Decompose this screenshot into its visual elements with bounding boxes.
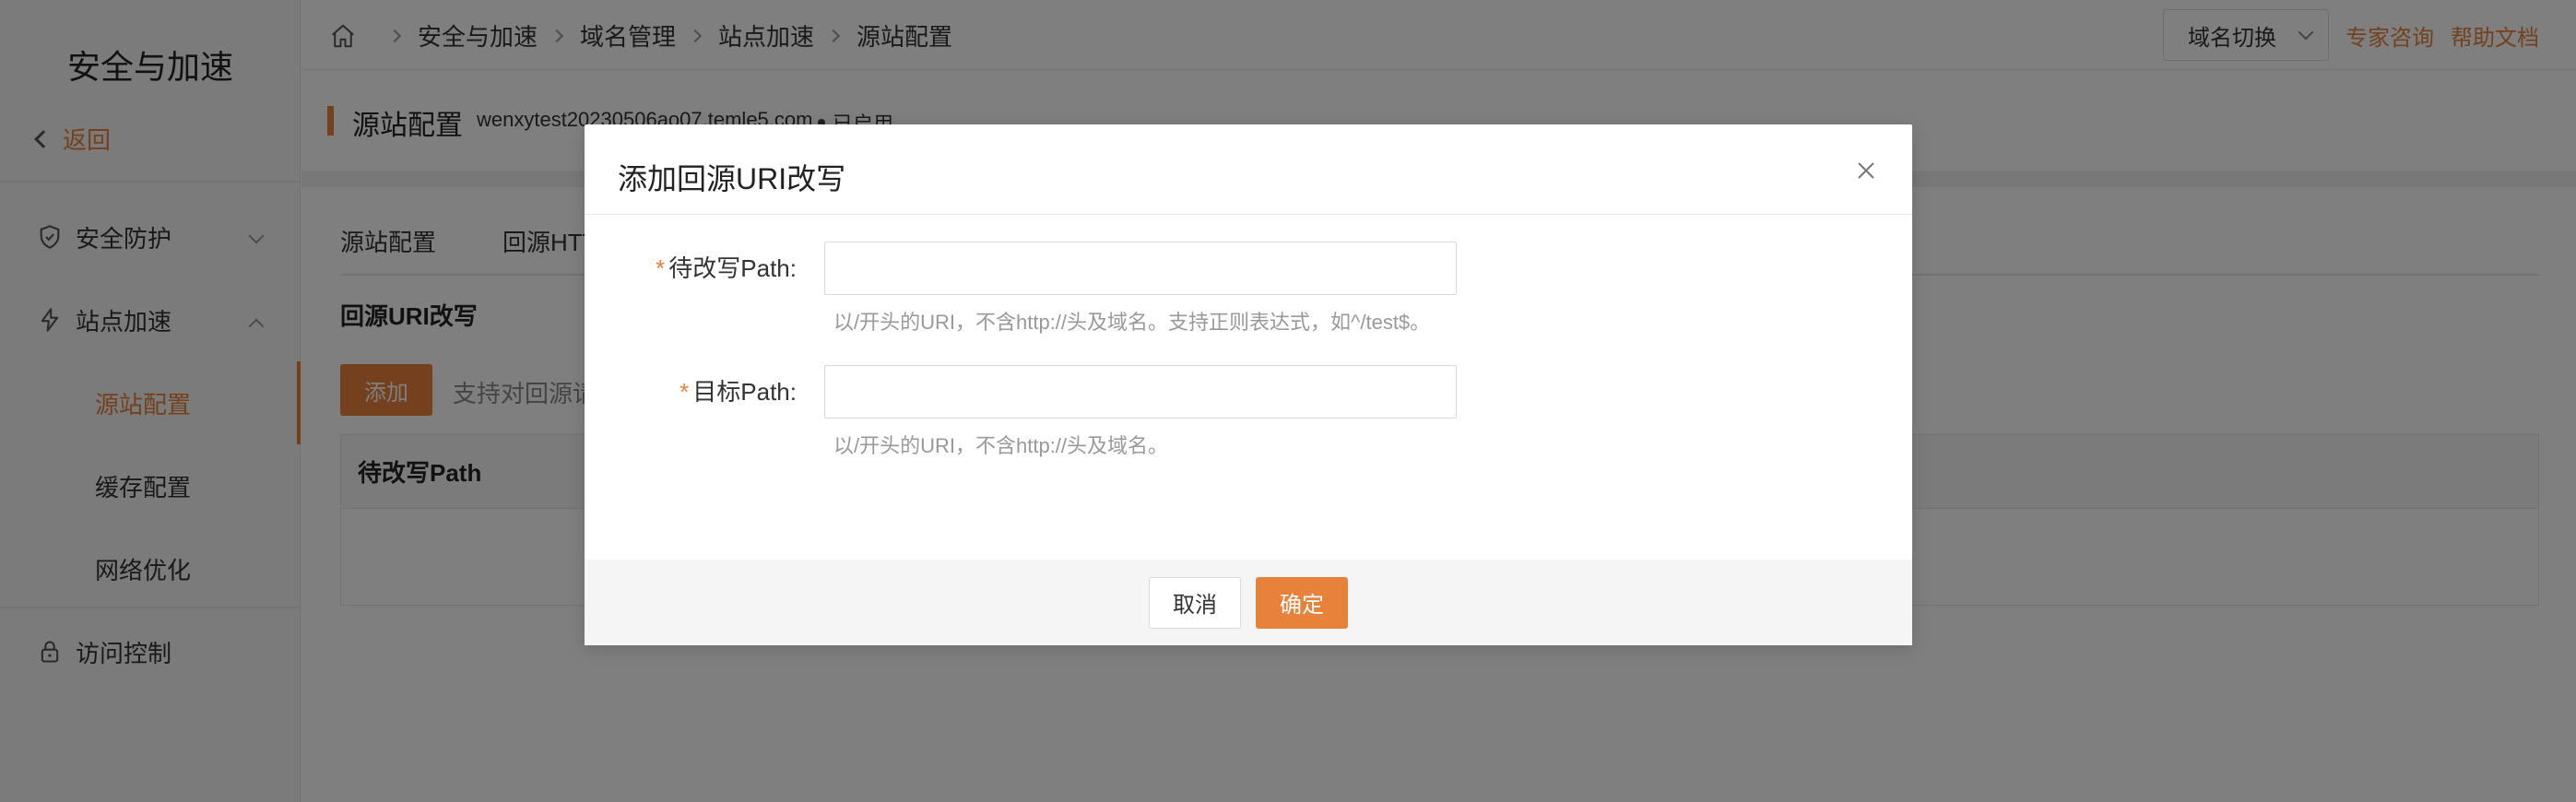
close-icon[interactable] bbox=[1855, 159, 1877, 182]
required-mark: * bbox=[679, 378, 690, 406]
add-uri-rewrite-dialog: 添加回源URI改写 * 待改写Path: 以/开头的URI，不含http://头及… bbox=[585, 124, 1912, 645]
cancel-button[interactable]: 取消 bbox=[1149, 576, 1241, 629]
source-path-input[interactable] bbox=[824, 242, 1457, 295]
target-path-label-text: 目标Path: bbox=[692, 378, 797, 406]
target-path-input[interactable] bbox=[824, 365, 1457, 419]
dialog-body: * 待改写Path: 以/开头的URI，不含http://头及域名。支持正则表达式… bbox=[585, 216, 1912, 559]
target-path-help: 以/开头的URI，不含http://头及域名。 bbox=[833, 434, 1169, 457]
dialog-header: 添加回源URI改写 bbox=[585, 124, 1912, 215]
source-path-label: * 待改写Path: bbox=[585, 250, 797, 284]
required-mark: * bbox=[656, 254, 666, 282]
dialog-title: 添加回源URI改写 bbox=[618, 162, 846, 195]
source-path-help: 以/开头的URI，不含http://头及域名。支持正则表达式，如^/test$。 bbox=[833, 311, 1431, 334]
dialog-footer: 取消 确定 bbox=[585, 560, 1912, 645]
source-path-label-text: 待改写Path: bbox=[668, 254, 797, 282]
target-path-label: * 目标Path: bbox=[585, 373, 797, 407]
confirm-button[interactable]: 确定 bbox=[1256, 576, 1348, 629]
